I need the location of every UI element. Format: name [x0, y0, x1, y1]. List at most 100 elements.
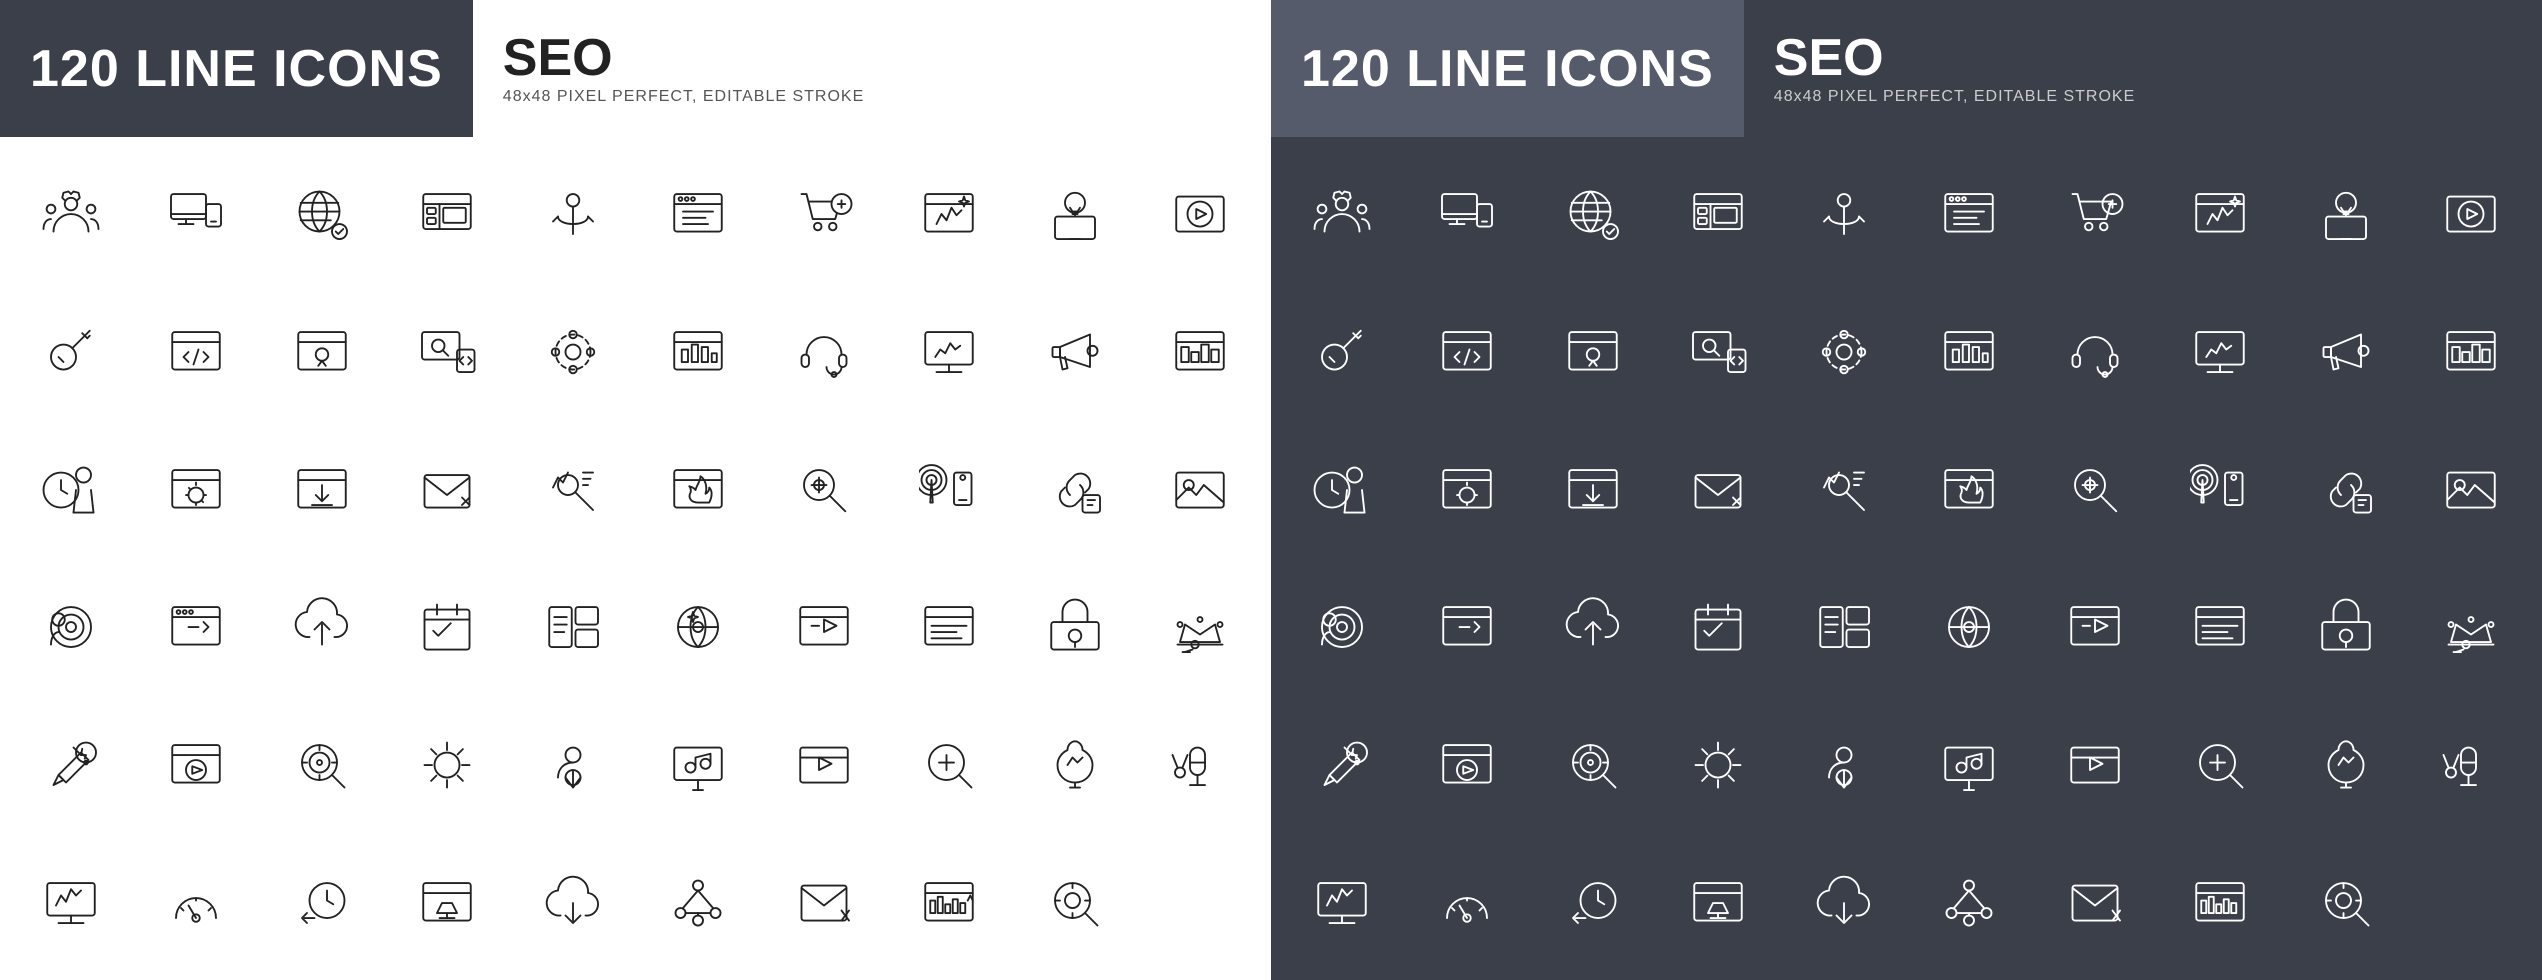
icon-video-content	[136, 698, 258, 832]
dark-icon-brain-idea	[2285, 698, 2407, 832]
dark-icon-global-settings	[1909, 560, 2031, 694]
dark-icon-dollar-mouse	[2411, 698, 2533, 832]
icon-seo-ranking	[512, 423, 634, 557]
dark-icon-calendar-check	[1658, 560, 1780, 694]
dark-icon-cloud-download	[1783, 836, 1905, 970]
subtitle-label: 48x48 PIXEL PERFECT, EDITABLE STROKE	[503, 88, 864, 106]
icon-global-settings	[638, 560, 760, 694]
icon-email	[387, 423, 509, 557]
icon-global-check	[261, 147, 383, 281]
icon-send-web	[763, 560, 885, 694]
dark-icon-bar-chart2	[2160, 836, 2282, 970]
icon-headset	[763, 285, 885, 419]
icon-megaphone	[1014, 285, 1136, 419]
dark-icon-data-nodes	[1909, 836, 2031, 970]
dark-icon-search-key	[1281, 285, 1403, 419]
icon-fire-web	[638, 423, 760, 557]
icon-web-speed	[136, 560, 258, 694]
dark-icon-bar-chart-web	[1909, 285, 2031, 419]
dark-icon-email2	[2034, 836, 2156, 970]
title-box: 120 LINE ICONS	[0, 0, 473, 137]
dark-icon-responsive	[1407, 147, 1529, 281]
dark-icon-headset	[2034, 285, 2156, 419]
dark-icon-map-pin-web	[1532, 285, 1654, 419]
icon-data-nodes	[638, 836, 760, 970]
subtitle-box: SEO 48x48 PIXEL PERFECT, EDITABLE STROKE	[473, 0, 894, 137]
icon-dev-settings	[387, 698, 509, 832]
dark-icon-link-edit	[2285, 423, 2407, 557]
icon-code	[136, 285, 258, 419]
dark-icon-time-person	[1281, 423, 1403, 557]
icon-email2	[763, 836, 885, 970]
dark-icon-gauge	[1407, 836, 1529, 970]
icon-bar-chart-web	[638, 285, 760, 419]
dark-icon-search-zoom	[2160, 698, 2282, 832]
icon-target-person	[10, 560, 132, 694]
dark-icon-email	[1658, 423, 1780, 557]
dark-main-title: 120 LINE ICONS	[1301, 39, 1714, 99]
icon-network-mobile	[889, 423, 1011, 557]
dark-icon-global-check	[1532, 147, 1654, 281]
dark-icon-settings-orbit	[1783, 285, 1905, 419]
icon-time-person	[10, 423, 132, 557]
icon-bulb-target	[1014, 560, 1136, 694]
dark-icon-video-content	[1407, 698, 1529, 832]
dark-icon-pencil-idea	[1281, 698, 1403, 832]
icon-map-pin-web	[261, 285, 383, 419]
icon-bulb-monitor	[1014, 147, 1136, 281]
icon-gauge	[136, 836, 258, 970]
dark-icon-analytics-monitor	[2160, 285, 2282, 419]
icon-web-layout	[387, 147, 509, 281]
dark-icon-web-list	[1909, 147, 2031, 281]
dark-icon-person-location	[1783, 698, 1905, 832]
icon-cloud-upload	[261, 560, 383, 694]
dark-icon-hand-clock	[1532, 836, 1654, 970]
icon-dollar-mouse	[1140, 698, 1262, 832]
icon-pencil-idea	[10, 698, 132, 832]
dark-icon-cart-settings	[2034, 147, 2156, 281]
main-title: 120 LINE ICONS	[30, 39, 443, 99]
icon-web-list	[638, 147, 760, 281]
icon-music-monitor	[638, 698, 760, 832]
dark-icon-web-chart	[1281, 836, 1403, 970]
dark-icon-anchor	[1783, 147, 1905, 281]
icon-analytics-star	[889, 147, 1011, 281]
icon-content-layout	[512, 560, 634, 694]
icon-link-edit	[1014, 423, 1136, 557]
icon-responsive	[136, 147, 258, 281]
icon-search-settings	[763, 423, 885, 557]
dark-icon-send-web	[2034, 560, 2156, 694]
icon-image-web	[1140, 423, 1262, 557]
icon-settings-orbit	[512, 285, 634, 419]
dark-icon-content-layout	[1783, 560, 1905, 694]
dark-icon-dev-settings	[1658, 698, 1780, 832]
dark-icons-grid	[1271, 137, 2542, 980]
icon-analytics-monitor	[889, 285, 1011, 419]
icon-web-list2	[889, 560, 1011, 694]
icon-video-play	[1140, 147, 1262, 281]
dark-icon-web-speed	[1407, 560, 1529, 694]
icon-cart-settings	[763, 147, 885, 281]
dark-icon-search-settings	[2034, 423, 2156, 557]
icon-person-location	[512, 698, 634, 832]
dark-icon-target-person	[1281, 560, 1403, 694]
dark-icon-video-play2	[2034, 698, 2156, 832]
light-panel: 120 LINE ICONS SEO 48x48 PIXEL PERFECT, …	[0, 0, 1271, 980]
icon-search-target2	[1014, 836, 1136, 970]
dark-icon-megaphone	[2285, 285, 2407, 419]
icon-search-target	[261, 698, 383, 832]
light-header: 120 LINE ICONS SEO 48x48 PIXEL PERFECT, …	[0, 0, 1271, 137]
dark-icon-bulb-monitor	[2285, 147, 2407, 281]
icon-info-download	[261, 423, 383, 557]
dark-icon-web-list2	[2160, 560, 2282, 694]
icon-brain-idea	[1014, 698, 1136, 832]
icon-search-key	[10, 285, 132, 419]
dark-icon-chart-bars	[2411, 285, 2533, 419]
icon-calendar-check	[387, 560, 509, 694]
icon-search-monitor	[387, 285, 509, 419]
dark-panel: 120 LINE ICONS SEO 48x48 PIXEL PERFECT, …	[1271, 0, 2542, 980]
icon-bar-chart2	[889, 836, 1011, 970]
dark-icon-search-target	[1532, 698, 1654, 832]
icon-web-tool	[387, 836, 509, 970]
dark-icon-code	[1407, 285, 1529, 419]
